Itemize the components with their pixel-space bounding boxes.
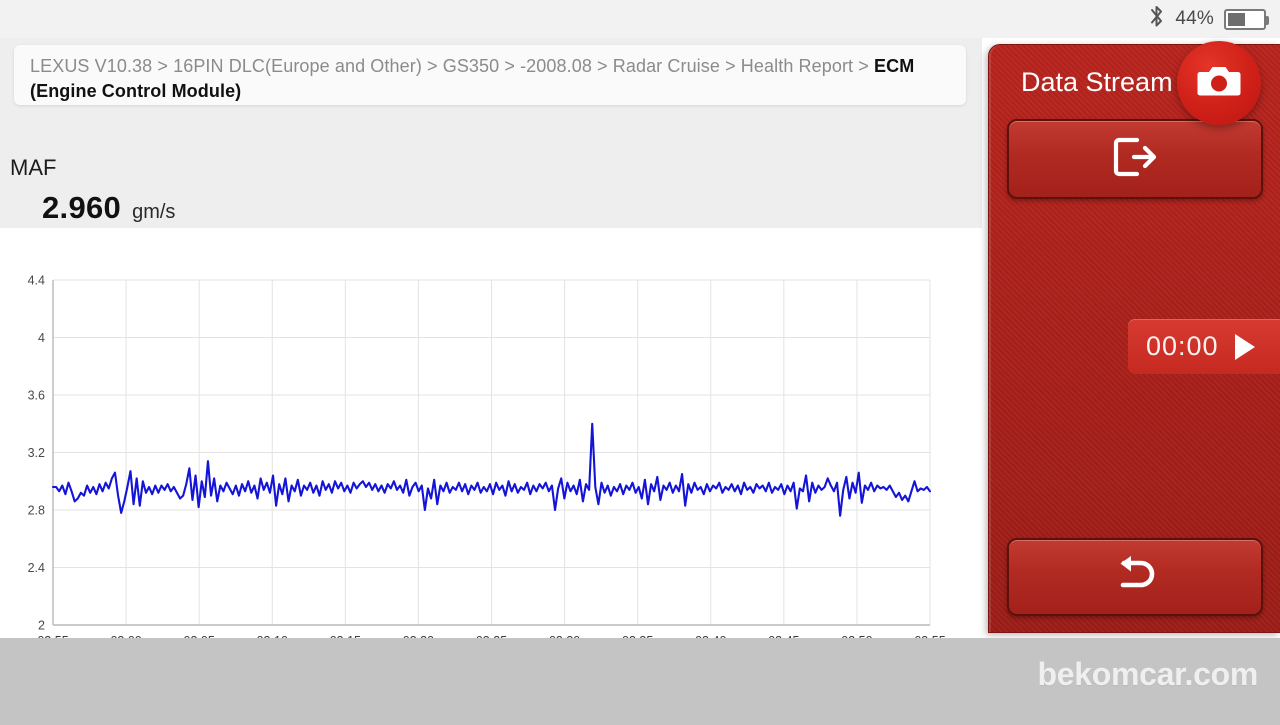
- svg-text:2: 2: [38, 619, 45, 633]
- play-icon[interactable]: [1234, 333, 1255, 360]
- chart-y-tick-labels: 2 2.4 2.8 3.2 3.6 4 4.4: [28, 274, 45, 633]
- camera-icon: [1197, 63, 1241, 104]
- back-arrow-icon: [1108, 554, 1162, 601]
- chart-svg: 22.42.83.23.644.4 02:5503:0003:0503:1003…: [28, 274, 946, 649]
- svg-text:2.8: 2.8: [28, 504, 45, 518]
- battery-fill: [1228, 12, 1245, 26]
- recording-timer[interactable]: 00:00: [1128, 319, 1280, 374]
- breadcrumb[interactable]: LEXUS V10.38 > 16PIN DLC(Europe and Othe…: [30, 54, 950, 104]
- exit-icon: [1112, 136, 1158, 183]
- parameter-unit: gm/s: [132, 201, 176, 223]
- back-button[interactable]: [1007, 538, 1263, 616]
- main-content: LEXUS V10.38 > 16PIN DLC(Europe and Othe…: [0, 38, 982, 676]
- live-reading-block: MAF 2.960 gm/s: [0, 110, 982, 228]
- bluetooth-icon: [1148, 4, 1165, 34]
- svg-text:4: 4: [38, 331, 45, 345]
- watermark: bekomcar.com: [1037, 656, 1258, 692]
- parameter-value-row: 2.960 gm/s: [42, 190, 175, 226]
- svg-text:3.2: 3.2: [28, 446, 45, 460]
- chart-gridlines: [53, 279, 931, 626]
- parameter-value: 2.960: [42, 190, 122, 225]
- status-bar: 44%: [0, 0, 1280, 38]
- breadcrumb-trail: LEXUS V10.38 > 16PIN DLC(Europe and Othe…: [30, 56, 874, 76]
- timer-text: 00:00: [1146, 331, 1219, 361]
- svg-text:4.4: 4.4: [28, 274, 45, 288]
- app-screen: 44% LEXUS V10.38 > 16PIN DLC(Europe and …: [0, 0, 1280, 725]
- svg-text:2.4: 2.4: [28, 561, 45, 575]
- svg-text:3.6: 3.6: [28, 389, 45, 403]
- exit-button[interactable]: [1007, 119, 1263, 199]
- camera-button[interactable]: [1177, 41, 1261, 125]
- control-panel: Data Stream 00:00: [988, 44, 1280, 633]
- data-stream-chart[interactable]: 22.42.83.23.644.4 02:5503:0003:0503:1003…: [0, 228, 982, 676]
- battery-percent-label: 44%: [1175, 8, 1214, 29]
- breadcrumb-card: LEXUS V10.38 > 16PIN DLC(Europe and Othe…: [14, 45, 966, 105]
- bottom-bar: bekomcar.com: [0, 638, 1280, 725]
- parameter-name-label: MAF: [10, 155, 57, 180]
- battery-icon: [1224, 8, 1269, 30]
